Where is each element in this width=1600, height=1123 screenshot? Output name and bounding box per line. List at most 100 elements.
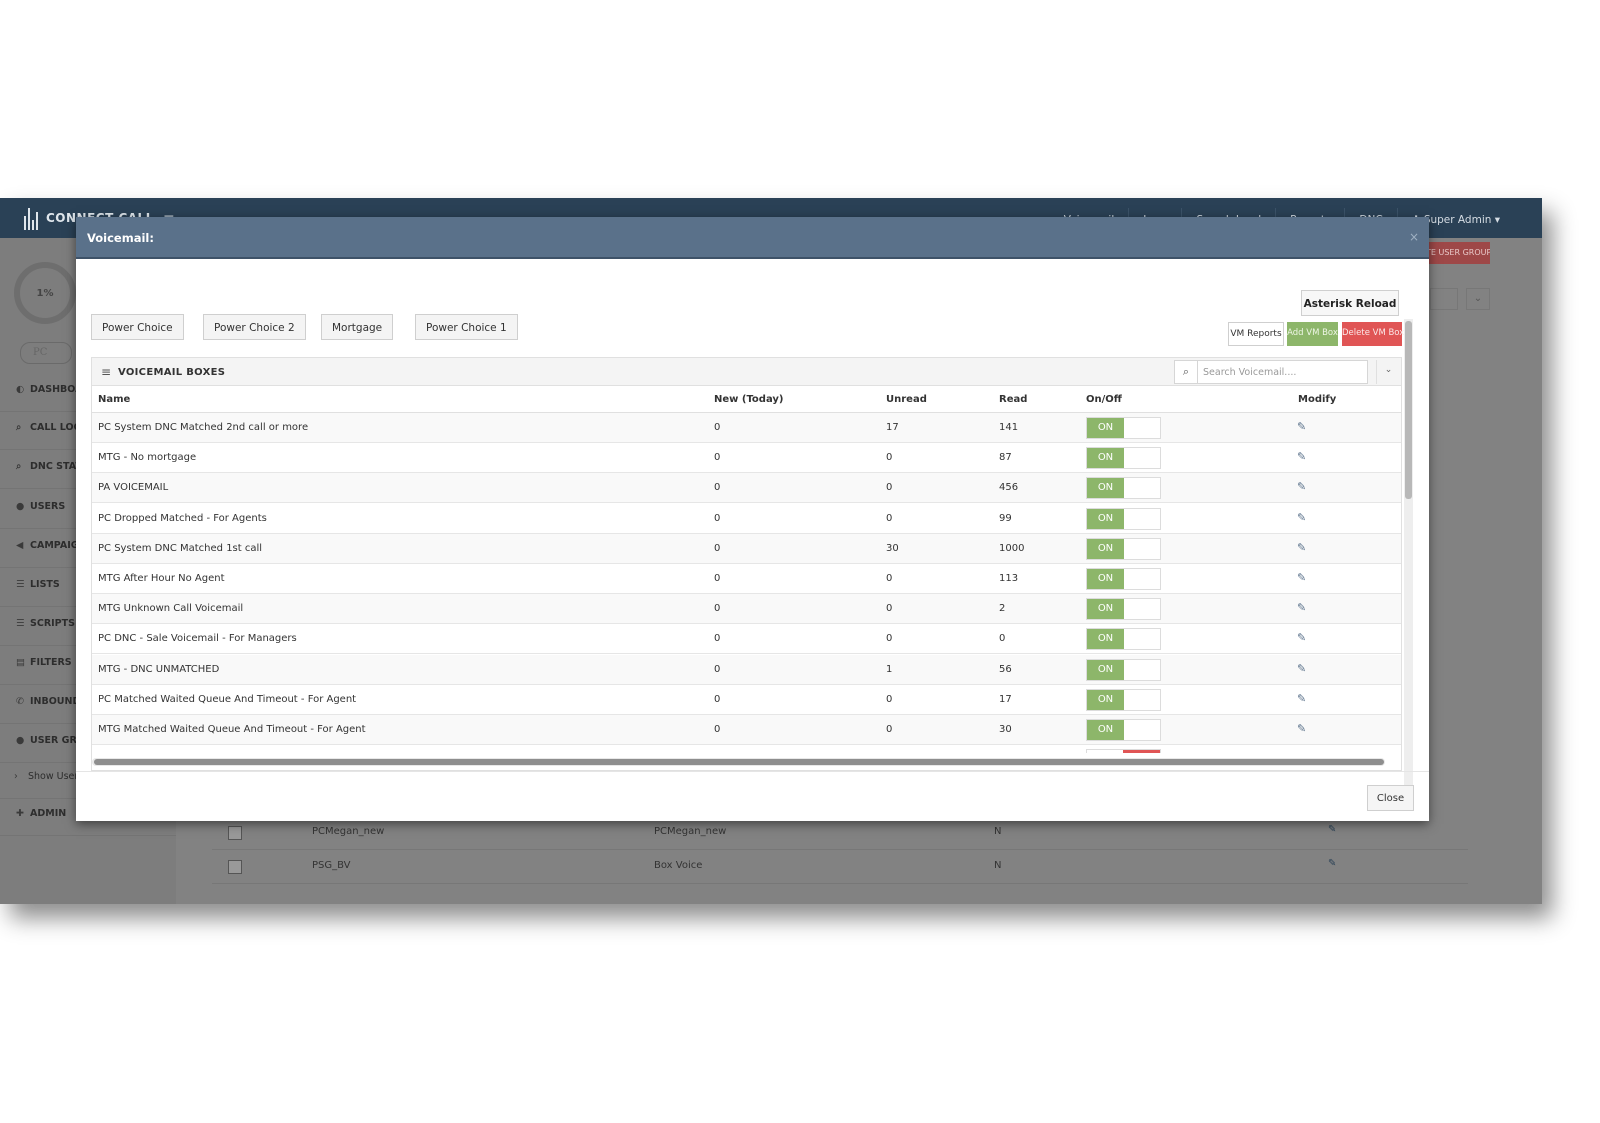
row-checkbox[interactable] <box>228 826 242 840</box>
on-off-toggle[interactable]: ON <box>1086 507 1161 530</box>
modal-title: Voicemail: <box>87 231 154 245</box>
vm-reports-button[interactable]: VM Reports <box>1228 322 1284 346</box>
cell-new-today: 0 <box>714 482 721 494</box>
on-off-toggle[interactable]: ON <box>1086 658 1161 681</box>
cell-unread: 0 <box>886 573 893 584</box>
cell-name: MTG - No mortgage <box>98 452 197 464</box>
toggle-state-label: ON <box>1087 538 1124 559</box>
toggle-state-label: ON <box>1087 599 1124 620</box>
row-checkbox[interactable] <box>228 860 242 874</box>
tab-mortgage[interactable]: Mortgage <box>321 314 394 340</box>
toggle-state-label: ON <box>1087 508 1124 529</box>
on-off-toggle[interactable]: ON <box>1086 598 1161 621</box>
edit-icon[interactable]: ✎ <box>1297 601 1306 614</box>
table-row: PC Dropped Matched - For Agents 0 0 99 ON ✎ <box>92 503 1401 534</box>
edit-icon[interactable]: ✎ <box>1297 480 1306 493</box>
column-header-read[interactable]: Read <box>999 394 1027 405</box>
tab-power-choice[interactable]: Power Choice <box>91 314 184 340</box>
cell-read: 2 <box>999 603 1006 615</box>
screenshot-stage: CONNECT CALL ≡ Voicemail Logs Search Lea… <box>0 0 1600 1123</box>
edit-icon[interactable]: ✎ <box>1297 692 1306 705</box>
on-off-toggle[interactable]: ON <box>1086 417 1161 439</box>
on-off-toggle[interactable]: ON <box>1086 477 1161 500</box>
progress-gauge: 1% <box>14 262 76 324</box>
scrollbar-thumb[interactable] <box>1405 321 1412 499</box>
cell-unread: 0 <box>886 633 893 645</box>
sidebar-item-label: LISTS <box>30 579 60 590</box>
table-row: PC Matched Waited Queue And Timeout - Fo… <box>92 684 1401 715</box>
tab-power-choice-2[interactable]: Power Choice 2 <box>203 314 306 340</box>
table-row: PC Customer Service for Dupe Sale000OFF✎ <box>92 745 1401 753</box>
edit-icon[interactable]: ✎ <box>1297 722 1306 735</box>
edit-icon[interactable]: ✎ <box>1297 511 1306 524</box>
search-input[interactable] <box>1198 360 1368 384</box>
cell-name: PC System DNC Matched 2nd call or more <box>98 422 309 433</box>
edit-icon[interactable]: ✎ <box>1328 858 1336 869</box>
on-off-toggle[interactable]: ON <box>1086 537 1161 560</box>
edit-icon[interactable]: ✎ <box>1328 824 1336 835</box>
edit-icon[interactable]: ✎ <box>1297 420 1306 433</box>
on-off-toggle[interactable]: ON <box>1086 688 1161 711</box>
edit-icon[interactable]: ✎ <box>1297 571 1306 584</box>
cell-new-today: 0 <box>714 724 721 735</box>
edit-icon[interactable]: ✎ <box>1297 631 1306 644</box>
list-icon: ☰ <box>16 579 25 590</box>
menu-icon: ≡ <box>101 365 112 379</box>
column-header-unread[interactable]: Unread <box>886 394 927 405</box>
sidebar-item-label: CALL LOG <box>30 422 82 433</box>
chevron-down-icon[interactable]: ⌄ <box>1376 360 1400 384</box>
toggle-state-label: ON <box>1087 720 1124 740</box>
close-icon[interactable]: × <box>1409 230 1419 244</box>
cell-new-today: 0 <box>714 663 721 675</box>
cell-unread: 0 <box>886 603 893 615</box>
on-off-toggle[interactable]: ON <box>1086 628 1161 651</box>
sidebar-item-label: Show User <box>28 771 79 782</box>
horizontal-scrollbar[interactable] <box>92 758 1385 766</box>
modal-body: Power Choice Power Choice 2 Mortgage Pow… <box>76 261 1429 811</box>
column-header-name[interactable]: Name <box>98 394 130 405</box>
cell-name: PC Dropped Matched - For Agents <box>98 512 267 524</box>
vertical-scrollbar[interactable] <box>1404 319 1413 811</box>
voicemail-modal: Voicemail: × Power Choice Power Choice 2… <box>76 217 1429 821</box>
row-cell: PSG_BV <box>312 860 351 871</box>
column-header-new-today[interactable]: New (Today) <box>714 394 784 405</box>
cell-name: MTG After Hour No Agent <box>98 573 225 584</box>
asterisk-reload-button[interactable]: Asterisk Reload <box>1301 290 1399 316</box>
chevron-down-icon[interactable]: ⌄ <box>1466 288 1490 310</box>
search-icon[interactable]: ⌕ <box>1174 360 1198 384</box>
on-off-toggle[interactable]: ON <box>1086 719 1161 741</box>
table-row: PSG_BV Box Voice N ✎ <box>212 850 1468 884</box>
on-off-toggle[interactable]: ON <box>1086 447 1161 470</box>
cell-name: PC DNC - Sale Voicemail - For Managers <box>98 633 297 645</box>
table-row: PC DNC - Sale Voicemail - For Managers 0 0… <box>92 624 1401 655</box>
close-button[interactable]: Close <box>1367 785 1414 811</box>
edit-icon[interactable]: ✎ <box>1297 752 1306 753</box>
delete-vm-box-button[interactable]: Delete VM Box <box>1342 322 1404 346</box>
cell-new-today: 0 <box>714 603 721 615</box>
background-input[interactable] <box>1430 288 1458 310</box>
cell-new-today: 0 <box>714 693 721 705</box>
sidebar-item-label: DASHBOA <box>30 384 83 395</box>
toggle-state-label: ON <box>1087 448 1124 469</box>
edit-icon[interactable]: ✎ <box>1297 662 1306 675</box>
cell-read: 1000 <box>999 542 1025 554</box>
toggle-state-label: ON <box>1087 418 1124 438</box>
edit-icon[interactable]: ✎ <box>1297 541 1306 554</box>
scrollbar-thumb[interactable] <box>94 759 1384 765</box>
edit-icon[interactable]: ✎ <box>1297 450 1306 463</box>
add-vm-box-button[interactable]: Add VM Box <box>1287 322 1338 346</box>
row-cell: Box Voice <box>654 860 703 871</box>
cell-name: MTG Matched Waited Queue And Timeout - F… <box>98 724 366 735</box>
on-off-toggle[interactable]: ON <box>1086 568 1161 590</box>
sidebar-item-label: DNC STAT <box>30 461 82 472</box>
tab-power-choice-1[interactable]: Power Choice 1 <box>415 314 518 340</box>
on-off-toggle[interactable]: OFF <box>1086 749 1161 753</box>
voicemail-boxes-panel: ≡ VOICEMAIL BOXES ⌕ ⌄ Name New (Today) U… <box>91 357 1402 771</box>
delete-user-group-button[interactable]: TE USER GROUP <box>1420 242 1490 264</box>
chevron-right-icon: › <box>14 771 18 782</box>
cell-name: PC Matched Waited Queue And Timeout - Fo… <box>98 693 357 705</box>
table-row: MTG Matched Waited Queue And Timeout - F… <box>92 715 1401 745</box>
column-header-on-off[interactable]: On/Off <box>1086 394 1122 405</box>
cell-read: 0 <box>999 633 1006 645</box>
campaign-select[interactable]: PC <box>20 342 72 364</box>
